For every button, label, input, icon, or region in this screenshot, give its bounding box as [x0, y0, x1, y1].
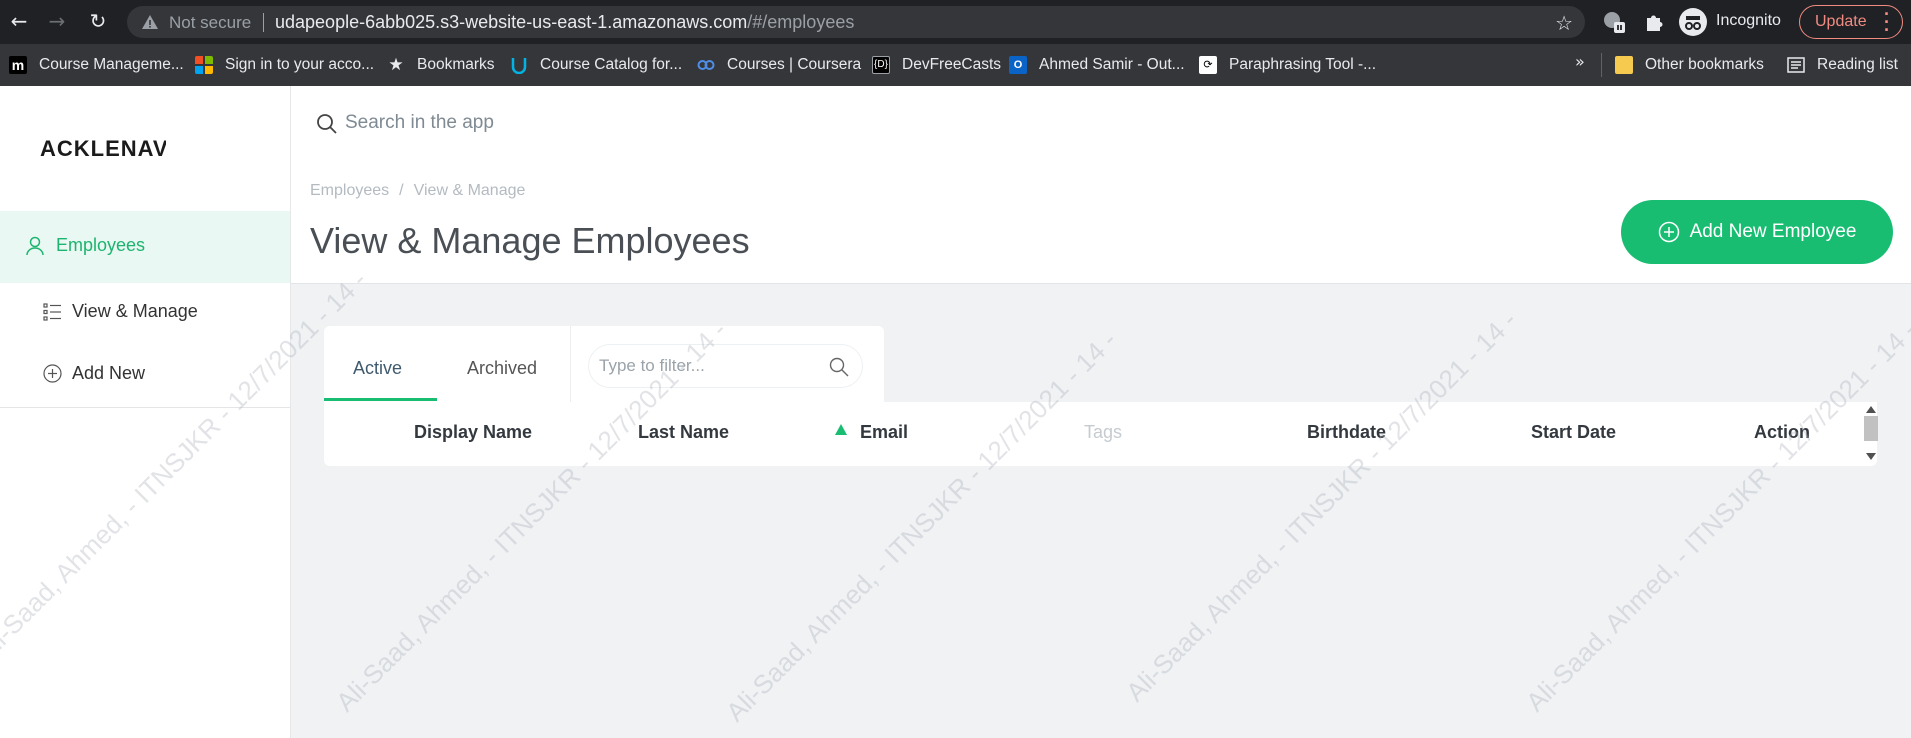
sidebar-divider: [0, 407, 290, 408]
bookmark-item[interactable]: m Course Manageme...: [9, 54, 184, 76]
bookmarks-bar: m Course Manageme... Sign in to your acc…: [0, 44, 1911, 86]
user-icon: [26, 236, 44, 255]
bookmark-label: Bookmarks: [417, 56, 495, 73]
sort-ascending-icon[interactable]: [835, 424, 847, 435]
warning-icon[interactable]: [141, 13, 159, 31]
bookmark-label: Paraphrasing Tool -...: [1229, 56, 1377, 73]
udacity-icon: [511, 58, 527, 74]
add-new-employee-button[interactable]: Add New Employee: [1621, 200, 1893, 264]
browser-toolbar: ← → ↻ Not secure udapeople-6abb025.s3-we…: [0, 0, 1911, 44]
filter-field[interactable]: [588, 344, 863, 388]
bookmark-item[interactable]: Sign in to your acco...: [195, 54, 374, 76]
bookmark-item[interactable]: O Ahmed Samir - Out...: [1009, 54, 1185, 76]
column-header-email[interactable]: Email: [860, 422, 908, 443]
active-tab-indicator: [324, 398, 437, 401]
reading-list-icon: [1787, 57, 1805, 73]
breadcrumb-separator: /: [399, 182, 404, 199]
column-header-action: Action: [1754, 422, 1810, 442]
sidebar-item-add-new[interactable]: Add New: [43, 363, 145, 384]
bookmark-item[interactable]: {D} DevFreeCasts: [872, 54, 1001, 76]
scroll-up-arrow-icon[interactable]: [1866, 406, 1876, 413]
sidebar-item-label: Add New: [72, 363, 146, 383]
security-label[interactable]: Not secure: [169, 13, 251, 33]
bookmark-item[interactable]: Courses | Coursera: [697, 54, 861, 76]
tabs-bar: Active Archived: [324, 326, 884, 402]
page-header: Employees / View & Manage View & Manage Em…: [291, 86, 1911, 284]
url-path: /#/employees: [747, 12, 855, 32]
bookmarks-overflow-icon[interactable]: »: [1575, 52, 1585, 71]
breadcrumb-item-employees[interactable]: Employees: [310, 182, 389, 199]
paraphrasing-icon: ⟳: [1199, 56, 1217, 74]
other-bookmarks[interactable]: Other bookmarks: [1615, 54, 1764, 76]
tabs-divider: [570, 326, 571, 402]
bookmark-item[interactable]: Course Catalog for...: [510, 54, 682, 76]
update-label: Update: [1815, 13, 1867, 30]
omnibox-divider: [263, 13, 264, 32]
main-content: Employees / View & Manage View & Manage Em…: [291, 86, 1911, 738]
breadcrumb-item-view-manage: View & Manage: [413, 182, 526, 199]
search-icon: [317, 114, 337, 134]
search-icon[interactable]: [828, 356, 850, 378]
sidebar-item-label: Employees: [56, 235, 146, 255]
plus-circle-icon: [43, 364, 62, 383]
plus-circle-icon: [1658, 221, 1679, 243]
app-search-input[interactable]: [345, 108, 745, 138]
url-host: udapeople-6abb025.s3-website-us-east-1.a…: [275, 12, 748, 32]
star-icon: ★: [388, 55, 404, 75]
bookmark-item[interactable]: ⟳ Paraphrasing Tool -...: [1199, 54, 1376, 76]
puzzle-extensions-icon[interactable]: [1643, 10, 1667, 34]
moodle-icon: m: [9, 56, 27, 74]
sidebar: ACKLENAV Employees View & Manage Add New: [0, 86, 291, 738]
scroll-down-arrow-icon[interactable]: [1866, 453, 1876, 460]
bookmark-star-icon[interactable]: ☆: [1555, 11, 1573, 35]
bookmark-label: DevFreeCasts: [902, 56, 1002, 73]
back-arrow-icon[interactable]: ←: [8, 10, 30, 32]
employees-table: Display Name Last Name Email Tags Birthd…: [324, 402, 1877, 466]
microsoft-icon: [195, 56, 213, 74]
page-title: View & Manage Employees: [310, 220, 750, 261]
add-new-employee-label: Add New Employee: [1689, 221, 1857, 242]
scrollbar-thumb[interactable]: [1864, 416, 1878, 441]
breadcrumb: Employees / View & Manage: [310, 182, 525, 200]
reading-list-label: Reading list: [1817, 56, 1898, 73]
tab-archived[interactable]: Archived: [467, 358, 537, 379]
column-header-last-name[interactable]: Last Name: [638, 422, 729, 443]
extension-status-icon[interactable]: [1602, 10, 1626, 34]
filter-input[interactable]: [599, 353, 809, 379]
sidebar-item-employees[interactable]: Employees: [26, 235, 145, 256]
column-header-tags: Tags: [1084, 422, 1123, 442]
bookmark-label: Ahmed Samir - Out...: [1039, 56, 1185, 73]
update-button[interactable]: Update · · ·: [1799, 5, 1903, 39]
menu-dots-icon: · · ·: [1884, 4, 1890, 40]
bookmark-label: Course Catalog for...: [540, 56, 683, 73]
list-icon: [43, 302, 61, 321]
incognito-label[interactable]: Incognito: [1716, 12, 1781, 30]
logo[interactable]: ACKLENAV: [40, 136, 166, 162]
bookmark-label: Courses | Coursera: [727, 56, 862, 73]
column-header-start-date[interactable]: Start Date: [1531, 422, 1616, 443]
outlook-icon: O: [1009, 56, 1027, 74]
sidebar-item-view-manage[interactable]: View & Manage: [43, 301, 198, 322]
url-text[interactable]: udapeople-6abb025.s3-website-us-east-1.a…: [275, 12, 854, 33]
forward-arrow-icon[interactable]: →: [46, 10, 68, 32]
other-bookmarks-label: Other bookmarks: [1645, 56, 1764, 73]
sidebar-item-label: View & Manage: [72, 301, 198, 321]
coursera-icon: [697, 60, 715, 70]
reload-icon[interactable]: ↻: [87, 10, 109, 32]
column-header-display-name[interactable]: Display Name: [414, 422, 532, 443]
bookmarks-separator: [1601, 53, 1602, 77]
table-scrollbar[interactable]: [1863, 406, 1879, 462]
incognito-icon[interactable]: [1679, 8, 1707, 36]
reading-list[interactable]: Reading list: [1787, 54, 1898, 76]
address-bar[interactable]: Not secure udapeople-6abb025.s3-website-…: [127, 6, 1585, 38]
folder-icon: [1615, 56, 1633, 74]
column-header-birthdate[interactable]: Birthdate: [1307, 422, 1386, 443]
devfreecasts-icon: {D}: [872, 56, 890, 74]
tab-active[interactable]: Active: [353, 358, 402, 379]
bookmark-item[interactable]: ★ Bookmarks: [387, 54, 495, 76]
bookmark-label: Sign in to your acco...: [225, 56, 375, 73]
bookmark-label: Course Manageme...: [39, 56, 184, 73]
